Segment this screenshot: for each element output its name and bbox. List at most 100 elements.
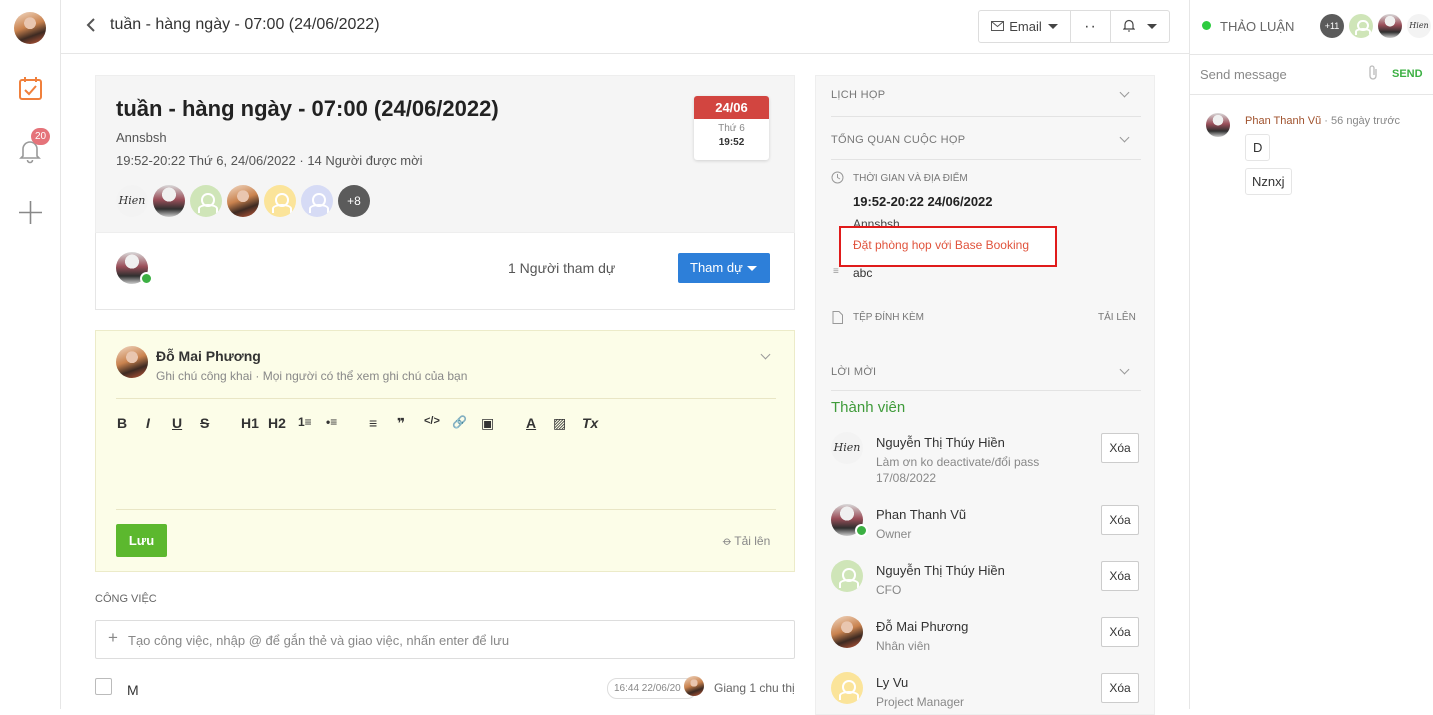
remove-member-button[interactable]: Xóa <box>1101 433 1139 463</box>
user-avatar[interactable] <box>14 12 46 44</box>
attendance-card: 1 Người tham dự Tham dự <box>95 233 795 310</box>
hien-signature: Hien <box>118 194 146 207</box>
note-author: Đỗ Mai Phương <box>156 348 261 364</box>
dots-icon: ·· <box>1084 17 1097 35</box>
remove-member-button[interactable]: Xóa <box>1101 673 1139 703</box>
note-author-avatar <box>116 346 148 378</box>
email-button[interactable]: Email <box>979 11 1071 42</box>
add-icon[interactable] <box>18 200 43 225</box>
person-icon <box>264 185 296 217</box>
tasks-section-label: CÔNG VIỆC <box>95 593 157 605</box>
save-button[interactable]: Lưu <box>116 524 167 557</box>
attendee-count: 1 Người tham dự <box>508 260 616 276</box>
remove-member-button[interactable]: Xóa <box>1101 561 1139 591</box>
image-icon[interactable]: ▣ <box>481 415 494 432</box>
participants-more-count: +11 <box>1324 21 1340 31</box>
message-input[interactable]: Send message <box>1200 67 1287 82</box>
message-text: Nznxj <box>1252 174 1285 189</box>
person-icon <box>190 185 222 217</box>
join-button[interactable]: Tham dự <box>678 253 770 283</box>
note-upload-link[interactable]: ⌀Tải lên <box>720 533 771 548</box>
more-options-button[interactable]: ·· <box>1071 11 1111 42</box>
person-icon <box>831 672 863 704</box>
booking-link[interactable]: Đặt phòng họp với Base Booking <box>853 238 1029 252</box>
task-title[interactable]: M <box>127 682 139 698</box>
member-avatar <box>831 616 863 648</box>
note-card: Đỗ Mai Phương Ghi chú công khai · Mọi ng… <box>95 330 795 572</box>
participants-more-badge[interactable]: +11 <box>1320 14 1344 38</box>
remove-member-button[interactable]: Xóa <box>1101 505 1139 535</box>
heading2-icon[interactable]: H2 <box>268 415 286 431</box>
note-editor[interactable] <box>116 441 776 511</box>
send-button[interactable]: SEND <box>1392 68 1423 80</box>
underline-icon[interactable]: U <box>172 415 182 431</box>
bell-small-icon <box>1122 19 1136 35</box>
left-rail: 20 <box>0 0 61 709</box>
quote-icon[interactable]: ❞ <box>397 415 405 432</box>
note-hint: Ghi chú công khai · Mọi người có thể xem… <box>156 369 468 383</box>
bullet-list-icon[interactable]: •≡ <box>326 415 337 429</box>
chevron-down-icon[interactable] <box>760 349 771 360</box>
discussion-label[interactable]: THẢO LUẬN <box>1220 19 1294 34</box>
member-name: Đỗ Mai Phương <box>876 619 969 634</box>
member-name: Phan Thanh Vũ <box>876 507 967 522</box>
note-upload-label: Tải lên <box>734 534 771 548</box>
file-icon <box>832 311 843 329</box>
invitee-avatar[interactable] <box>153 185 185 217</box>
invitee-avatar[interactable] <box>227 185 259 217</box>
highlight-icon[interactable]: ▨ <box>553 415 566 432</box>
meeting-time: 19:52-20:22 24/06/2022 <box>853 194 993 209</box>
invitee-avatar[interactable] <box>264 185 296 217</box>
invitee-avatar[interactable]: Hien <box>116 185 148 217</box>
back-arrow-icon[interactable] <box>82 14 102 36</box>
participant-avatar[interactable] <box>1349 14 1373 38</box>
check-badge-icon <box>855 524 868 537</box>
align-icon[interactable]: ≡ <box>369 415 377 431</box>
participant-avatar[interactable] <box>1378 14 1402 38</box>
member-name: Nguyễn Thị Thúy Hiền <box>876 435 1005 450</box>
remove-member-button[interactable]: Xóa <box>1101 617 1139 647</box>
divider <box>831 116 1141 117</box>
time-place-label: THỜI GIAN VÀ ĐỊA ĐIỂM <box>853 173 968 184</box>
clear-format-icon[interactable]: Tx <box>582 415 598 431</box>
chevron-down-icon[interactable] <box>1119 364 1130 375</box>
bold-icon[interactable]: B <box>117 415 127 431</box>
calendar-icon[interactable] <box>18 76 43 101</box>
chevron-down-icon[interactable] <box>1119 132 1130 143</box>
member-role: CFO <box>876 583 902 597</box>
attachments-upload[interactable]: TẢI LÊN <box>1098 312 1136 323</box>
text-color-icon[interactable]: A <box>526 415 536 431</box>
participant-avatar[interactable]: Hien <box>1407 14 1431 38</box>
divider <box>1190 54 1433 55</box>
invitee-avatar[interactable] <box>190 185 222 217</box>
more-invitees-count: +8 <box>347 194 361 208</box>
members-heading: Thành viên <box>831 399 906 416</box>
date-badge-time: 19:52 <box>718 137 745 148</box>
overview-section-label[interactable]: TỔNG QUAN CUỘC HỌP <box>831 134 965 146</box>
code-icon[interactable]: </> <box>424 415 440 427</box>
message-text: D <box>1253 140 1263 155</box>
member-avatar <box>831 560 863 592</box>
attach-icon[interactable] <box>1367 65 1379 83</box>
date-badge-date: 24/06 <box>694 96 769 119</box>
task-checkbox[interactable] <box>95 678 112 695</box>
more-invitees-badge[interactable]: +8 <box>338 185 370 217</box>
member-name: Nguyễn Thị Thúy Hiền <box>876 563 1005 578</box>
italic-icon[interactable]: I <box>146 415 150 431</box>
heading1-icon[interactable]: H1 <box>241 415 259 431</box>
strikethrough-icon[interactable]: S <box>200 415 209 431</box>
member-role: Làm ơn ko deactivate/đổi pass 17/08/2022 <box>876 455 1040 485</box>
task-input[interactable]: + Tạo công việc, nhập @ để gắn thẻ và gi… <box>95 620 795 659</box>
ordered-list-icon[interactable]: 1≡ <box>298 415 312 429</box>
chevron-down-icon[interactable] <box>1119 87 1130 98</box>
divider <box>831 159 1141 160</box>
task-assignee-avatar[interactable] <box>684 676 704 696</box>
link-icon[interactable]: 🔗 <box>452 415 467 429</box>
top-bar: tuần - hàng ngày - 07:00 (24/06/2022) Em… <box>61 0 1189 54</box>
invite-section-label[interactable]: LỜI MỜI <box>831 366 876 378</box>
schedule-section-label[interactable]: LỊCH HỌP <box>831 89 885 101</box>
hien-signature: Hien <box>1409 21 1429 30</box>
check-badge-icon <box>140 272 153 285</box>
invitee-avatar[interactable] <box>301 185 333 217</box>
notification-settings-button[interactable] <box>1111 11 1169 42</box>
